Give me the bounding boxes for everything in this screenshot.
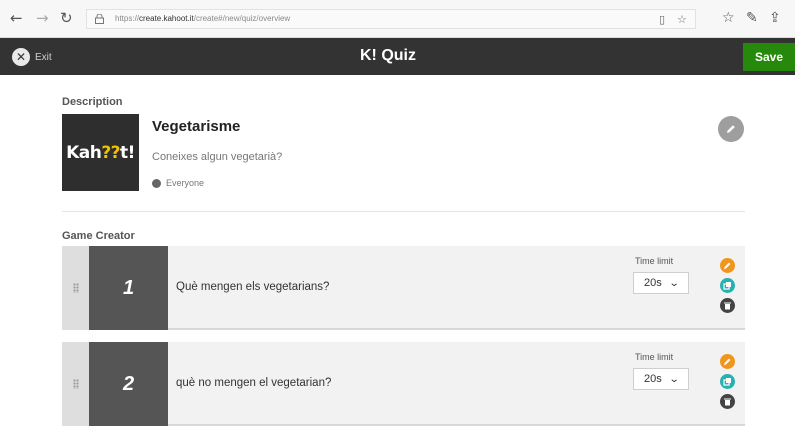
chevron-down-icon: ⌄ (668, 277, 680, 289)
section-divider (62, 211, 745, 212)
exit-button[interactable]: ✕ Exit (12, 47, 52, 67)
visibility-label: Everyone (166, 178, 205, 188)
close-icon: ✕ (12, 48, 30, 66)
url-text: https://create.kahoot.it/create#/new/qui… (115, 14, 290, 23)
grip-icon (72, 283, 79, 293)
page-title: K! Quiz (360, 47, 416, 64)
description-heading: Description (62, 96, 123, 108)
edit-question-button[interactable] (720, 354, 735, 369)
kahoot-description: Coneixes algun vegetarià? (152, 151, 283, 163)
browser-toolbar: ← → ↻ https://create.kahoot.it/create#/n… (0, 0, 795, 38)
app-header: ✕ Exit K! Quiz (0, 38, 795, 75)
url-path: /create#/new/quiz/overview (193, 14, 291, 23)
logo-part-qq: ?? (101, 142, 121, 163)
cover-image[interactable]: Kah??t! (62, 114, 139, 191)
question-row[interactable]: 1 Què mengen els vegetarians? Time limit… (62, 246, 745, 330)
pencil-icon (727, 125, 735, 133)
time-limit-select[interactable]: 20s ⌄ (633, 368, 689, 390)
url-prefix: https:// (115, 14, 140, 23)
lock-icon (95, 14, 104, 24)
duplicate-question-button[interactable] (720, 374, 735, 389)
question-text: Què mengen els vegetarians? (176, 281, 330, 293)
kahoot-title: Vegetarisme (152, 118, 241, 135)
back-arrow-icon[interactable]: ← (10, 10, 23, 26)
favorites-hub-icon[interactable]: ☆ (722, 10, 735, 26)
drag-handle[interactable] (62, 246, 89, 330)
grip-icon (72, 379, 79, 389)
logo-part-right: t! (120, 142, 135, 163)
url-domain: create.kahoot.it (139, 14, 194, 23)
time-limit-value: 20s (644, 373, 662, 385)
time-limit-label: Time limit (635, 352, 674, 362)
question-number: 2 (89, 342, 168, 426)
duplicate-question-button[interactable] (720, 278, 735, 293)
save-button[interactable]: Save (743, 43, 795, 71)
reading-view-icon[interactable]: ▯ (659, 13, 665, 26)
delete-question-button[interactable] (720, 394, 735, 409)
trash-icon (724, 398, 731, 406)
duplicate-icon (723, 282, 731, 290)
chevron-down-icon: ⌄ (668, 373, 680, 385)
edit-question-button[interactable] (720, 258, 735, 273)
share-icon[interactable]: ⇪ (769, 10, 781, 26)
reload-icon[interactable]: ↻ (60, 10, 73, 26)
trash-icon (724, 302, 731, 310)
question-row[interactable]: 2 què no mengen el vegetarian? Time limi… (62, 342, 745, 426)
exit-label: Exit (35, 51, 52, 63)
logo-part-left: Kah (66, 142, 102, 163)
duplicate-icon (723, 378, 731, 386)
address-bar[interactable]: https://create.kahoot.it/create#/new/qui… (86, 9, 696, 29)
time-limit-select[interactable]: 20s ⌄ (633, 272, 689, 294)
game-creator-heading: Game Creator (62, 230, 135, 242)
time-limit-label: Time limit (635, 256, 674, 266)
globe-icon (152, 178, 161, 188)
question-text: què no mengen el vegetarian? (176, 377, 332, 389)
pencil-icon (724, 358, 731, 365)
question-number: 1 (89, 246, 168, 330)
favorite-star-icon[interactable]: ☆ (677, 13, 687, 26)
edit-description-button[interactable] (718, 116, 744, 142)
delete-question-button[interactable] (720, 298, 735, 313)
pencil-icon (724, 262, 731, 269)
forward-arrow-icon[interactable]: → (36, 10, 49, 26)
visibility-indicator: Everyone (152, 178, 204, 188)
time-limit-value: 20s (644, 277, 662, 289)
kahoot-logo: Kah??t! (66, 143, 135, 163)
drag-handle[interactable] (62, 342, 89, 426)
pen-note-icon[interactable]: ✎ (746, 10, 758, 26)
